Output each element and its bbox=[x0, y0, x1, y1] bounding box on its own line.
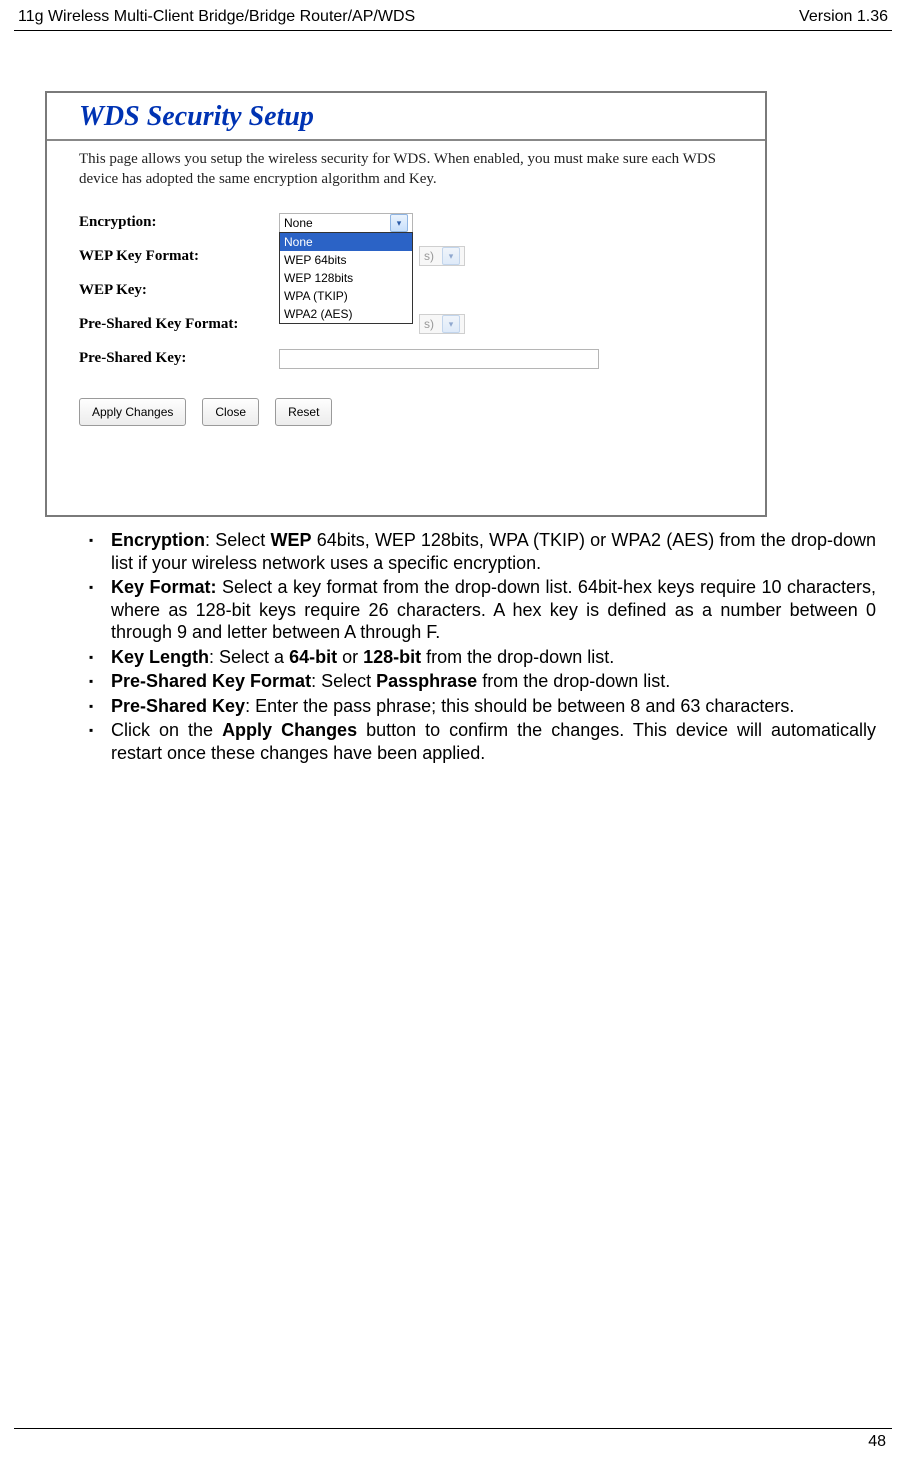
row-wep-key: WEP Key: bbox=[79, 280, 765, 302]
term: Key Format: bbox=[111, 577, 217, 597]
term: Encryption bbox=[111, 530, 205, 550]
wds-title: WDS Security Setup bbox=[47, 93, 765, 135]
title-rule bbox=[47, 139, 765, 141]
option-wep64[interactable]: WEP 64bits bbox=[280, 251, 412, 269]
wds-description: This page allows you setup the wireless … bbox=[47, 149, 765, 190]
text: : Enter the pass phrase; this should be … bbox=[245, 696, 794, 716]
wep-format-ghost: s) ▾ bbox=[419, 246, 465, 266]
text: or bbox=[337, 647, 363, 667]
psk-format-ghost: s) ▾ bbox=[419, 314, 465, 334]
text: : Select a bbox=[209, 647, 289, 667]
term: Key Length bbox=[111, 647, 209, 667]
chevron-down-icon: ▾ bbox=[442, 247, 460, 265]
encryption-select[interactable]: None ▾ bbox=[279, 213, 413, 233]
label-encryption: Encryption: bbox=[79, 214, 279, 231]
apply-changes-button[interactable]: Apply Changes bbox=[79, 398, 186, 426]
button-row: Apply Changes Close Reset bbox=[47, 382, 765, 426]
header-left: 11g Wireless Multi-Client Bridge/Bridge … bbox=[18, 8, 415, 26]
encryption-value: None bbox=[284, 213, 313, 233]
option-wpa-tkip[interactable]: WPA (TKIP) bbox=[280, 287, 412, 305]
term: WEP bbox=[270, 530, 311, 550]
encryption-dropdown[interactable]: None WEP 64bits WEP 128bits WPA (TKIP) W… bbox=[279, 232, 413, 324]
row-encryption: Encryption: None ▾ None WEP 64bits WEP 1… bbox=[79, 212, 765, 234]
bullet-apply: Click on the Apply Changes button to con… bbox=[89, 719, 876, 764]
text: from the drop-down list. bbox=[477, 671, 670, 691]
page-number: 48 bbox=[0, 1433, 906, 1451]
term: 128-bit bbox=[363, 647, 421, 667]
page-header: 11g Wireless Multi-Client Bridge/Bridge … bbox=[0, 0, 906, 30]
chevron-down-icon: ▾ bbox=[390, 214, 408, 232]
term: Pre-Shared Key bbox=[111, 696, 245, 716]
row-wep-format: WEP Key Format: s) ▾ bbox=[79, 246, 765, 268]
footer-rule bbox=[14, 1428, 892, 1429]
option-none[interactable]: None bbox=[280, 233, 412, 251]
ghost-text: s) bbox=[424, 314, 434, 334]
label-psk-format: Pre-Shared Key Format: bbox=[79, 316, 279, 333]
chevron-down-icon: ▾ bbox=[442, 315, 460, 333]
bullet-encryption: Encryption: Select WEP 64bits, WEP 128bi… bbox=[89, 529, 876, 574]
row-psk-format: Pre-Shared Key Format: s) ▾ bbox=[79, 314, 765, 336]
close-button[interactable]: Close bbox=[202, 398, 259, 426]
label-wep-format: WEP Key Format: bbox=[79, 248, 279, 265]
label-wep-key: WEP Key: bbox=[79, 282, 279, 299]
text: : Select bbox=[205, 530, 270, 550]
header-right: Version 1.36 bbox=[799, 8, 888, 26]
bullet-key-length: Key Length: Select a 64-bit or 128-bit f… bbox=[89, 646, 876, 669]
bullet-psk: Pre-Shared Key: Enter the pass phrase; t… bbox=[89, 695, 876, 718]
term: 64-bit bbox=[289, 647, 337, 667]
page-footer: 48 bbox=[0, 1428, 906, 1451]
label-psk: Pre-Shared Key: bbox=[79, 350, 279, 367]
term: Pre-Shared Key Format bbox=[111, 671, 311, 691]
wds-form: Encryption: None ▾ None WEP 64bits WEP 1… bbox=[47, 190, 765, 370]
instruction-list: Encryption: Select WEP 64bits, WEP 128bi… bbox=[45, 529, 876, 764]
option-wep128[interactable]: WEP 128bits bbox=[280, 269, 412, 287]
wds-screenshot: WDS Security Setup This page allows you … bbox=[45, 91, 767, 517]
reset-button[interactable]: Reset bbox=[275, 398, 332, 426]
bullet-key-format: Key Format: Select a key format from the… bbox=[89, 576, 876, 644]
psk-input[interactable] bbox=[279, 349, 599, 369]
text: : Select bbox=[311, 671, 376, 691]
ghost-text: s) bbox=[424, 246, 434, 266]
text: Select a key format from the drop-down l… bbox=[111, 577, 876, 642]
term: Passphrase bbox=[376, 671, 477, 691]
bullet-psk-format: Pre-Shared Key Format: Select Passphrase… bbox=[89, 670, 876, 693]
option-wpa2-aes[interactable]: WPA2 (AES) bbox=[280, 305, 412, 323]
text: Click on the bbox=[111, 720, 222, 740]
term: Apply Changes bbox=[222, 720, 357, 740]
row-psk: Pre-Shared Key: bbox=[79, 348, 765, 370]
text: from the drop-down list. bbox=[421, 647, 614, 667]
